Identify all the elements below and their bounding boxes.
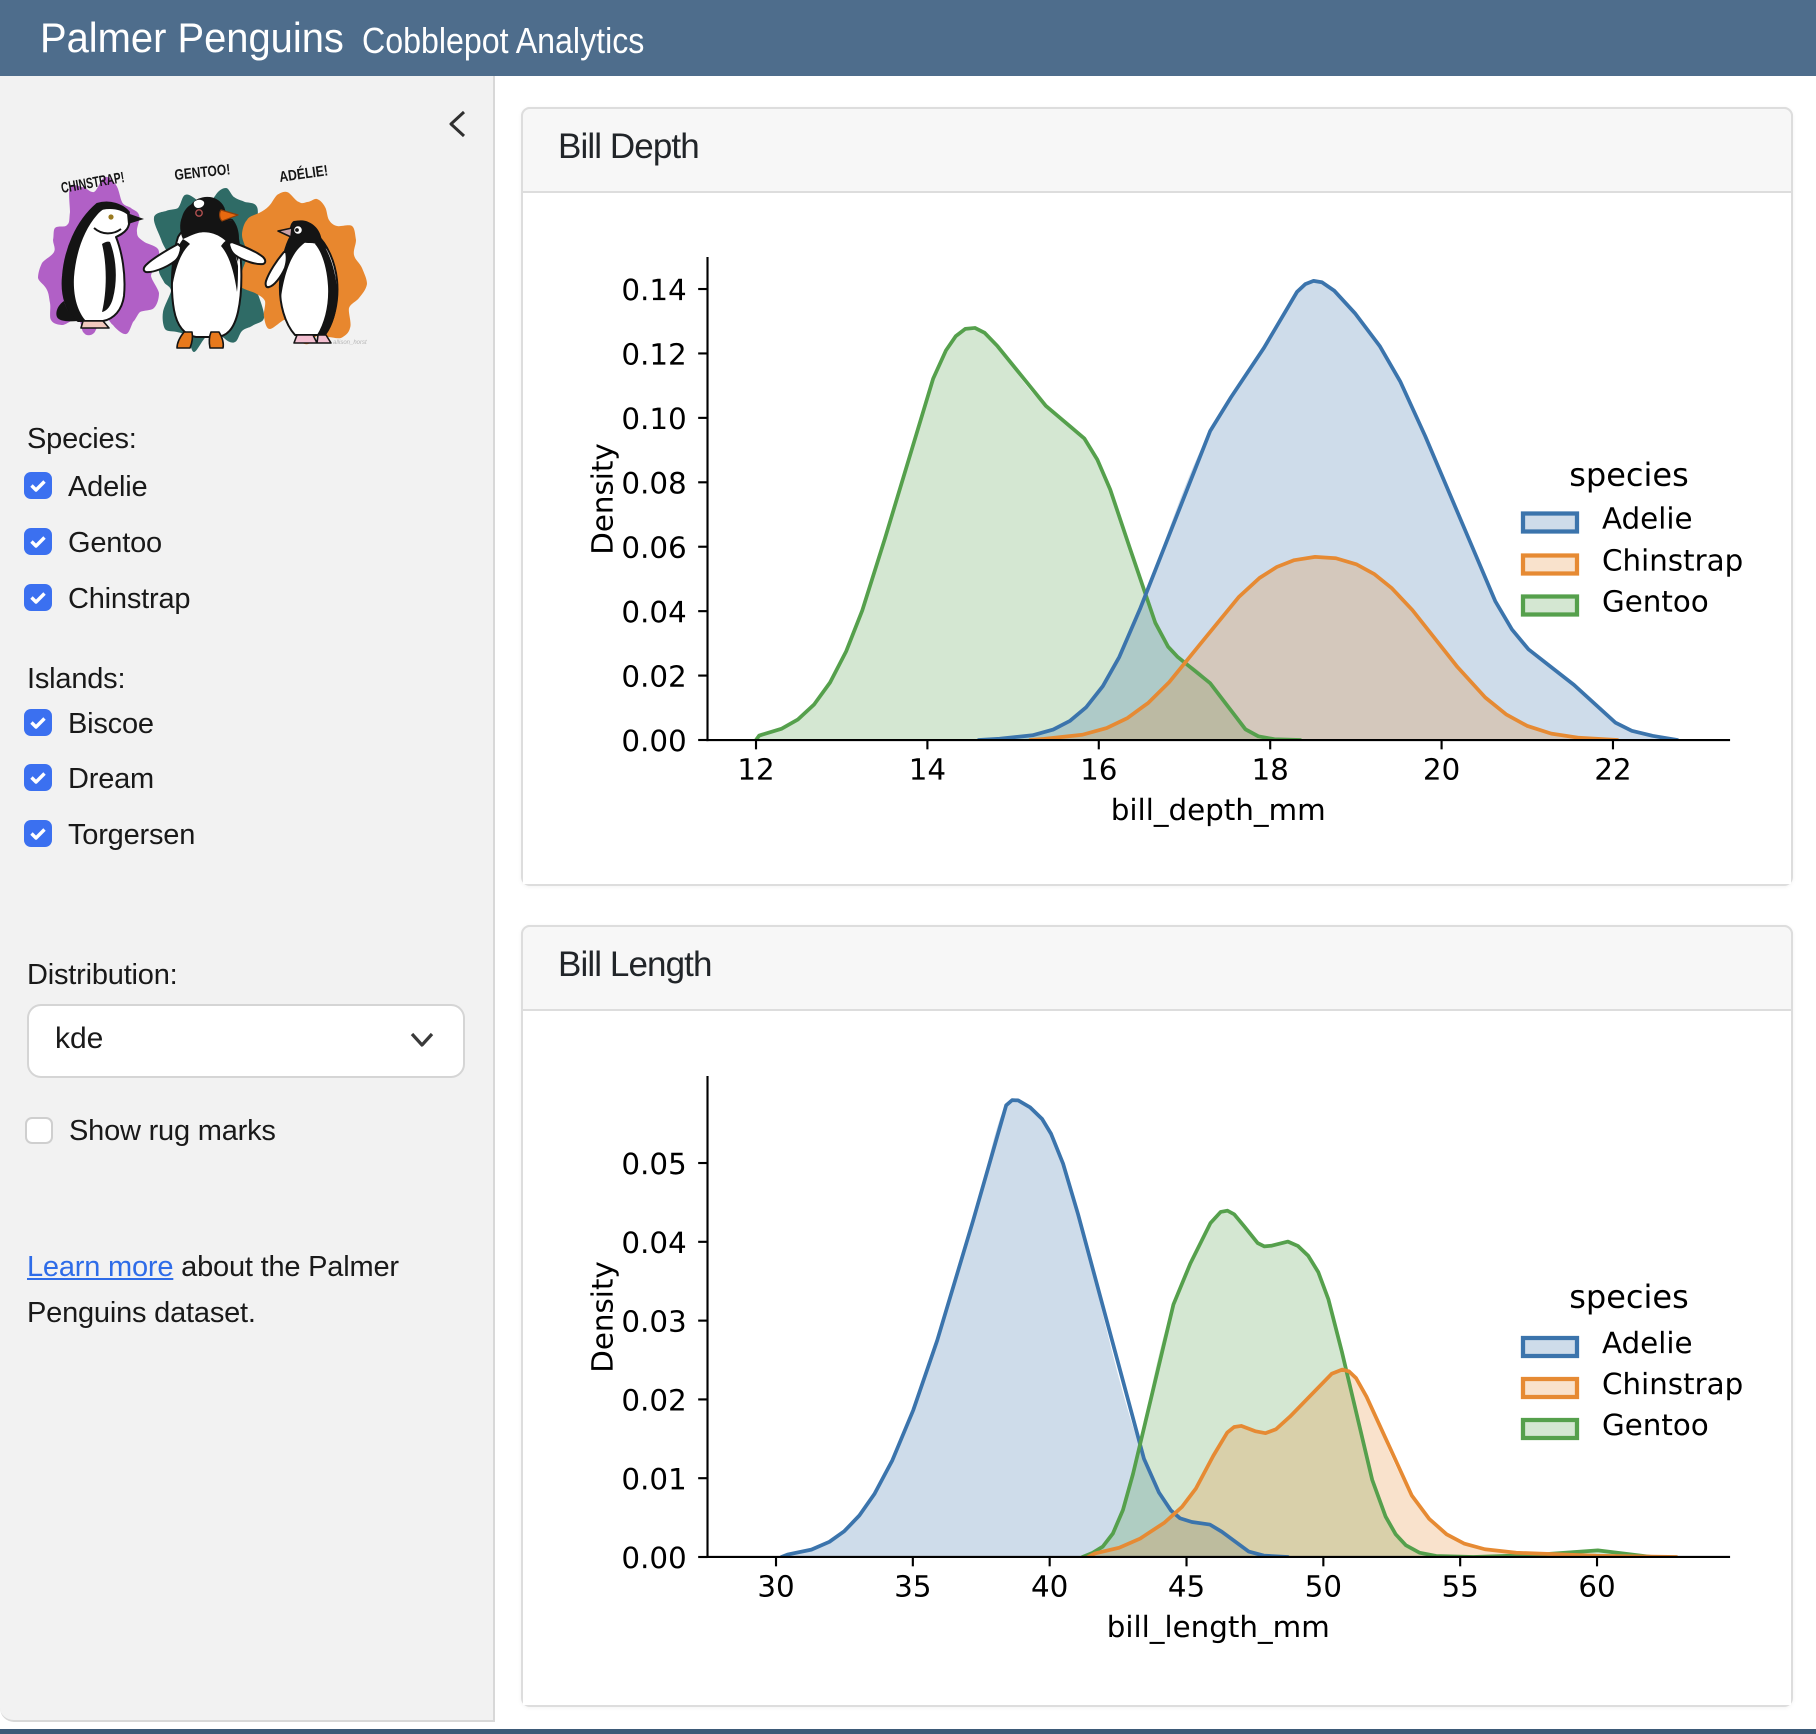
svg-text:allison_horst: allison_horst (333, 340, 367, 346)
svg-text:GENTOO!: GENTOO! (174, 161, 231, 184)
svg-text:ADÉLIE!: ADÉLIE! (278, 162, 329, 186)
